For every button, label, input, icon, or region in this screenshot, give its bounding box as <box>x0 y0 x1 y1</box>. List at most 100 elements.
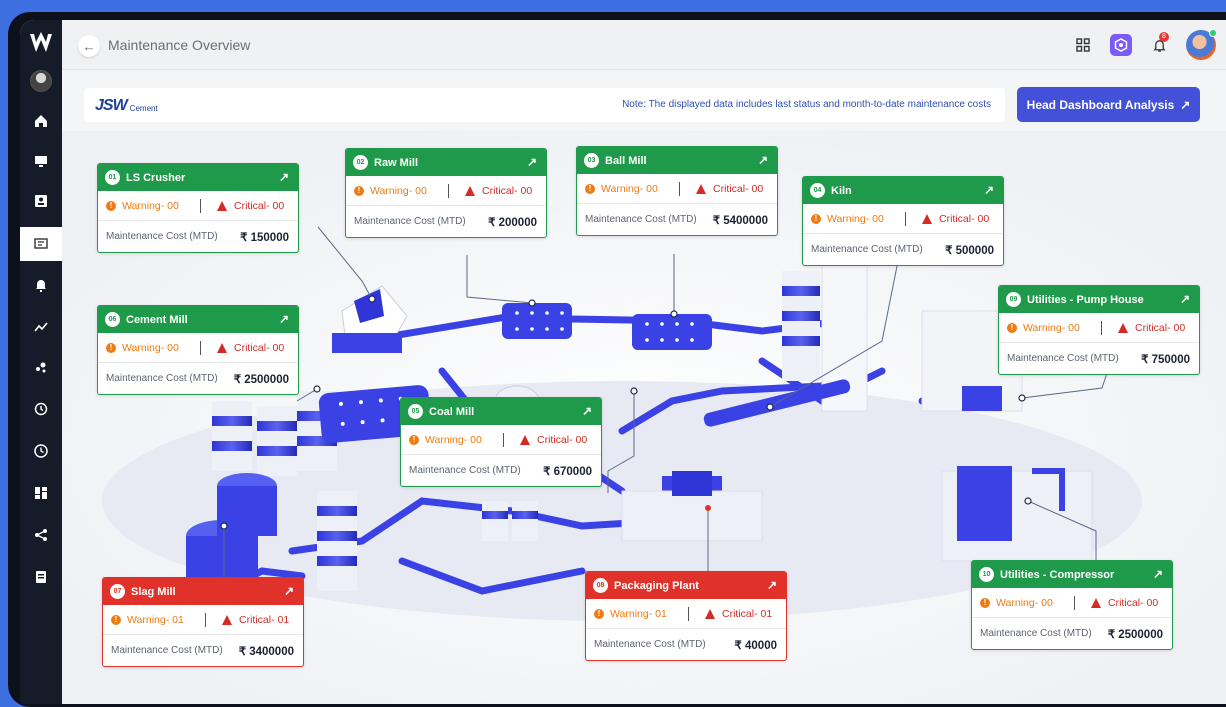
open-arrow-icon[interactable]: ↗ <box>582 404 592 418</box>
sidebar <box>20 20 62 704</box>
unit-name: Ball Mill <box>605 154 647 167</box>
sidebar-item-bell[interactable] <box>20 268 62 302</box>
card-header[interactable]: 01 LS Crusher ↗ <box>98 164 298 191</box>
card-header[interactable]: 02 Raw Mill ↗ <box>346 149 546 176</box>
critical-count: Critical- 01 <box>705 608 772 620</box>
card-header[interactable]: 10 Utilities - Compressor ↗ <box>972 561 1172 588</box>
card-header[interactable]: 05 Coal Mill ↗ <box>401 398 601 425</box>
open-arrow-icon[interactable]: ↗ <box>1180 292 1190 306</box>
warning-icon: ! <box>409 434 419 445</box>
user-avatar[interactable] <box>1186 29 1217 60</box>
unit-number: 07 <box>110 584 125 599</box>
unit-number: 02 <box>353 155 368 170</box>
divider <box>205 612 206 627</box>
unit-card-ls-crusher[interactable]: 01 LS Crusher ↗ ! Warning- 00 Critical- 00 Mai… <box>97 163 299 253</box>
critical-icon <box>465 185 475 196</box>
cost-value: ₹ 40000 <box>734 639 778 652</box>
cost-row: Maintenance Cost (MTD) ₹ 3400000 <box>103 635 303 666</box>
sidebar-avatar[interactable] <box>30 70 52 92</box>
unit-card-ball-mill[interactable]: 03 Ball Mill ↗ ! Warning- 00 Critical- 00 Main… <box>576 146 778 236</box>
warning-icon: ! <box>106 342 116 353</box>
unit-card-utilities-compressor[interactable]: 10 Utilities - Compressor ↗ ! Warning- 00 Cri… <box>971 560 1173 650</box>
warning-count: ! Warning- 00 <box>409 434 503 446</box>
status-row: ! Warning- 00 Critical- 00 <box>803 204 1003 234</box>
card-header[interactable]: 03 Ball Mill ↗ <box>577 147 777 174</box>
status-row: ! Warning- 01 Critical- 01 <box>586 599 786 629</box>
unit-card-raw-mill[interactable]: 02 Raw Mill ↗ ! Warning- 00 Critical- 00 Maint… <box>345 148 547 238</box>
card-header[interactable]: 08 Packaging Plant ↗ <box>586 572 786 599</box>
sidebar-item-id-card[interactable] <box>20 184 62 218</box>
app-logo[interactable] <box>28 30 54 56</box>
apps-grid-icon[interactable] <box>1072 34 1094 56</box>
status-row: ! Warning- 00 Critical- 00 <box>999 313 1199 343</box>
sidebar-item-dashboard[interactable] <box>20 476 62 510</box>
card-header[interactable]: 07 Slag Mill ↗ <box>103 578 303 605</box>
card-header[interactable]: 04 Kiln ↗ <box>803 177 1003 204</box>
open-arrow-icon[interactable]: ↗ <box>984 183 994 197</box>
clock-icon <box>34 444 48 458</box>
sidebar-item-chat[interactable] <box>20 227 62 261</box>
sidebar-item-share[interactable] <box>20 518 62 552</box>
unit-card-coal-mill[interactable]: 05 Coal Mill ↗ ! Warning- 00 Critical- 00 Main… <box>400 397 602 487</box>
cost-value: ₹ 2500000 <box>1107 628 1163 641</box>
chat-icon <box>34 238 48 249</box>
divider <box>503 432 504 447</box>
cost-row: Maintenance Cost (MTD) ₹ 5400000 <box>577 204 777 235</box>
app-switcher-icon[interactable] <box>1110 34 1132 56</box>
cost-row: Maintenance Cost (MTD) ₹ 2500000 <box>98 363 298 394</box>
unit-number: 09 <box>1006 292 1021 307</box>
sidebar-item-history[interactable] <box>20 392 62 426</box>
cost-value: ₹ 150000 <box>240 231 289 244</box>
card-header[interactable]: 09 Utilities - Pump House ↗ <box>999 286 1199 313</box>
critical-count: Critical- 00 <box>520 434 587 446</box>
sidebar-item-home[interactable] <box>20 104 62 138</box>
sidebar-item-clock[interactable] <box>20 434 62 468</box>
warning-count: ! Warning- 00 <box>106 342 200 354</box>
sidebar-item-trend[interactable] <box>20 310 62 344</box>
unit-name: Raw Mill <box>374 156 419 169</box>
open-arrow-icon[interactable]: ↗ <box>1153 567 1163 581</box>
critical-count: Critical- 01 <box>222 614 289 626</box>
unit-card-cement-mill[interactable]: 06 Cement Mill ↗ ! Warning- 00 Critical- 00 Ma… <box>97 305 299 395</box>
cost-label: Maintenance Cost (MTD) <box>980 628 1092 639</box>
unit-name: LS Crusher <box>126 171 186 184</box>
dashboard-icon <box>35 487 47 499</box>
open-arrow-icon[interactable]: ↗ <box>758 153 768 167</box>
sidebar-item-scatter[interactable] <box>20 350 62 384</box>
notification-bell-icon[interactable]: 8 <box>1148 32 1170 56</box>
sidebar-item-monitor[interactable] <box>20 144 62 178</box>
cost-label: Maintenance Cost (MTD) <box>354 216 466 227</box>
back-button[interactable]: ← <box>78 35 100 57</box>
warning-count: ! Warning- 00 <box>106 200 200 212</box>
unit-name: Cement Mill <box>126 313 188 326</box>
warning-icon: ! <box>585 183 595 194</box>
cost-label: Maintenance Cost (MTD) <box>111 645 223 656</box>
open-arrow-icon[interactable]: ↗ <box>284 584 294 598</box>
cost-value: ₹ 5400000 <box>712 214 768 227</box>
open-arrow-icon[interactable]: ↗ <box>279 312 289 326</box>
card-header[interactable]: 06 Cement Mill ↗ <box>98 306 298 333</box>
open-arrow-icon[interactable]: ↗ <box>279 170 289 184</box>
critical-icon <box>705 608 715 619</box>
trend-icon <box>34 322 48 332</box>
unit-number: 03 <box>584 153 599 168</box>
history-icon <box>34 402 48 416</box>
unit-card-kiln[interactable]: 04 Kiln ↗ ! Warning- 00 Critical- 00 Maintenan… <box>802 176 1004 266</box>
unit-name: Utilities - Compressor <box>1000 568 1115 581</box>
warning-count: ! Warning- 01 <box>594 608 688 620</box>
unit-name: Coal Mill <box>429 405 475 418</box>
unit-card-utilities-pump-house[interactable]: 09 Utilities - Pump House ↗ ! Warning- 00 Cri… <box>998 285 1200 375</box>
open-arrow-icon[interactable]: ↗ <box>767 578 777 592</box>
arrow-left-icon: ← <box>82 38 96 54</box>
cost-label: Maintenance Cost (MTD) <box>409 465 521 476</box>
top-actions: 8 <box>1072 29 1217 60</box>
warning-count: ! Warning- 00 <box>1007 322 1101 334</box>
warning-count: ! Warning- 00 <box>585 183 679 195</box>
unit-card-packaging-plant[interactable]: 08 Packaging Plant ↗ ! Warning- 01 Critical- … <box>585 571 787 661</box>
unit-card-slag-mill[interactable]: 07 Slag Mill ↗ ! Warning- 01 Critical- 01 Main… <box>102 577 304 667</box>
open-arrow-icon[interactable]: ↗ <box>527 155 537 169</box>
warning-icon: ! <box>594 608 604 619</box>
sidebar-item-report[interactable] <box>20 560 62 594</box>
warning-count: ! Warning- 00 <box>811 213 905 225</box>
cost-label: Maintenance Cost (MTD) <box>585 214 697 225</box>
